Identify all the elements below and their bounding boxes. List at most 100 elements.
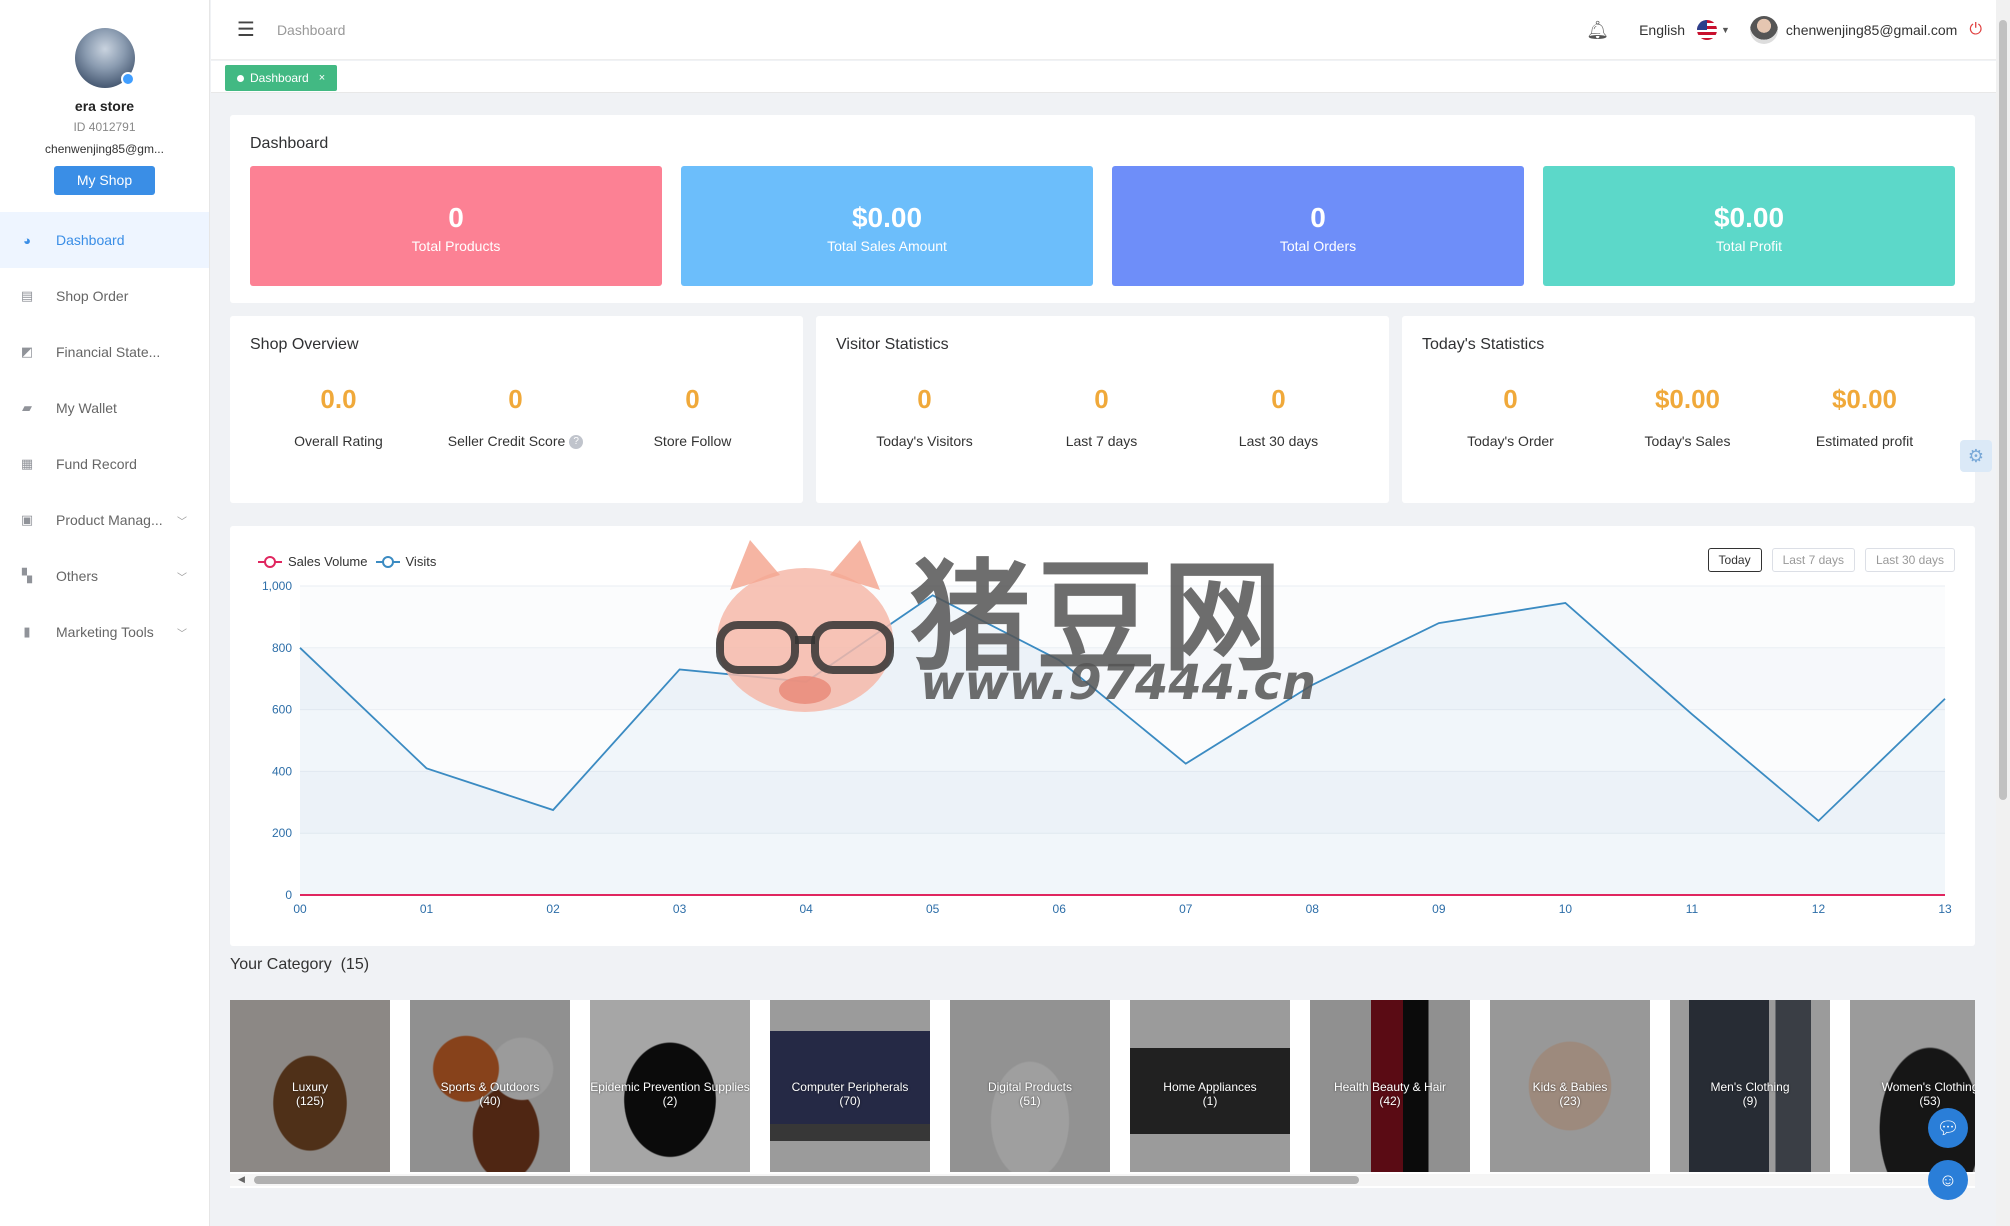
y-tick-label: 1,000 <box>262 579 292 593</box>
stat-label: Estimated profit <box>1815 433 1914 449</box>
stat-label: Store Follow <box>653 433 732 449</box>
sidebar: era store ID 4012791 chenwenjing85@gm...… <box>0 0 210 1226</box>
chat-bubble-icon[interactable]: 💬︎ <box>1928 1108 1968 1148</box>
x-tick-label: 04 <box>799 902 813 916</box>
category-item-count: (53) <box>1919 1094 1941 1108</box>
stat-label: Today's Visitors <box>876 433 973 449</box>
stat-todays-visitors: 0 Today's Visitors <box>836 384 1013 449</box>
verified-badge-icon <box>120 72 135 86</box>
caret-down-icon[interactable]: ▼ <box>1721 25 1730 35</box>
visitor-statistics-card: Visitor Statistics 0 Today's Visitors 0 … <box>816 316 1389 503</box>
chevron-down-icon: ﹀ <box>177 572 187 584</box>
x-tick-label: 11 <box>1686 902 1699 916</box>
stat-label: Today's Order <box>1467 433 1554 449</box>
category-item-count: (51) <box>1019 1094 1041 1108</box>
category-tile-kids-babies[interactable]: Kids & Babies (23) <box>1490 1000 1650 1172</box>
stat-todays-order: 0 Today's Order <box>1422 384 1599 449</box>
document-icon: ▦ <box>20 456 34 471</box>
user-email[interactable]: chenwenjing85@gmail.com <box>1786 22 1957 38</box>
scrollbar-thumb[interactable] <box>254 1176 1359 1184</box>
sidebar-item-fund-record[interactable]: ▦ Fund Record <box>0 436 209 492</box>
chevron-down-icon: ﹀ <box>177 516 187 528</box>
stat-value: $0.00 <box>1654 384 1721 414</box>
vertical-scrollbar[interactable] <box>1996 0 2010 1226</box>
sidebar-item-financial-statement[interactable]: ◩ Financial State... <box>0 324 209 380</box>
store-email: chenwenjing85@gm... <box>45 142 164 156</box>
category-tile-health-beauty[interactable]: Health Beauty & Hair (42) <box>1310 1000 1470 1172</box>
kpi-label: Total Profit <box>1715 238 1783 254</box>
kpi-value: $0.00 <box>1713 202 1785 233</box>
kpi-value: $0.00 <box>851 202 923 233</box>
category-tile-home-appliances[interactable]: Home Appliances (1) <box>1130 1000 1290 1172</box>
sidebar-item-label: Others <box>56 568 99 584</box>
sidebar-item-shop-order[interactable]: ▤ Shop Order <box>0 268 209 324</box>
category-name: Health Beauty & Hair <box>1333 1080 1447 1094</box>
category-label: Kids & Babies (23) <box>1490 1080 1650 1108</box>
avatar[interactable] <box>74 28 135 88</box>
card-title: Dashboard <box>250 135 329 152</box>
x-tick-label: 08 <box>1306 902 1320 916</box>
chart-card: Sales Volume Visits Today Last 7 days La… <box>230 526 1975 946</box>
sidebar-item-others[interactable]: ▚ Others ﹀ <box>0 548 209 604</box>
sidebar-item-marketing-tools[interactable]: ▮ Marketing Tools ﹀ <box>0 604 209 660</box>
x-tick-label: 13 <box>1938 902 1952 916</box>
category-tile-mens-clothing[interactable]: Men's Clothing (9) <box>1670 1000 1830 1172</box>
sidebar-item-my-wallet[interactable]: ▰ My Wallet <box>0 380 209 436</box>
settings-gear-icon[interactable]: ⚙ <box>1960 440 1992 472</box>
bell-icon[interactable]: 🔔︎ <box>1586 20 1609 41</box>
x-tick-label: 09 <box>1432 902 1446 916</box>
stat-value: 0 <box>917 384 932 414</box>
category-tile-computer-peripherals[interactable]: Computer Peripherals (70) <box>770 1000 930 1172</box>
category-item-count: (2) <box>662 1094 678 1108</box>
header-right: 🔔︎ English ▼ chenwenjing85@gmail.com ⏻ <box>1586 0 1982 60</box>
tab-dashboard[interactable]: Dashboard × <box>225 65 338 91</box>
language-label[interactable]: English <box>1639 22 1685 38</box>
sidebar-item-label: Fund Record <box>56 456 137 472</box>
category-tile-digital-products[interactable]: Digital Products (51) <box>950 1000 1110 1172</box>
user-avatar[interactable] <box>1749 16 1778 44</box>
sidebar-item-label: My Wallet <box>56 400 117 416</box>
my-shop-button[interactable]: My Shop <box>54 166 155 195</box>
x-tick-label: 05 <box>926 902 940 916</box>
category-label: Home Appliances (1) <box>1130 1080 1290 1108</box>
y-tick-label: 200 <box>272 826 292 840</box>
sidebar-item-dashboard[interactable]: ◕ Dashboard <box>0 212 209 268</box>
stat-todays-sales: $0.00 Today's Sales <box>1599 384 1776 449</box>
close-icon[interactable]: × <box>319 72 325 84</box>
category-item-count: (9) <box>1742 1094 1758 1108</box>
x-tick-label: 12 <box>1812 902 1826 916</box>
category-tile-sports-outdoors[interactable]: Sports & Outdoors (40) <box>410 1000 570 1172</box>
stat-seller-credit-score: 0 Seller Credit Score ? <box>427 384 604 450</box>
scrollbar-thumb[interactable] <box>1999 20 2007 800</box>
category-tile-luxury[interactable]: Luxury (125) <box>230 1000 390 1172</box>
power-icon[interactable]: ⏻ <box>1969 21 1982 39</box>
x-tick-label: 02 <box>546 902 560 916</box>
x-tick-label: 01 <box>420 902 434 916</box>
category-label: Computer Peripherals (70) <box>770 1080 930 1108</box>
scroll-left-icon[interactable]: ◀ <box>238 1174 245 1185</box>
top-header: ☰ Dashboard 🔔︎ English ▼ chenwenjing85@g… <box>211 0 1996 60</box>
category-label: Luxury (125) <box>230 1080 390 1108</box>
stat-value: 0 <box>1094 384 1109 414</box>
y-tick-label: 600 <box>272 703 292 717</box>
horizontal-scrollbar[interactable]: ◀ <box>230 1174 1975 1186</box>
kpi-value: 0 <box>448 202 464 233</box>
category-tile-epidemic-prevention[interactable]: Epidemic Prevention Supplies (2) <box>590 1000 750 1172</box>
category-name: Home Appliances <box>1163 1080 1257 1094</box>
menu-toggle-icon[interactable]: ☰ <box>237 17 255 42</box>
dashboard-card: Dashboard 0 Total Products $0.00 Total S… <box>230 115 1975 303</box>
category-item-count: (1) <box>1202 1094 1218 1108</box>
stat-value: 0 <box>1503 384 1518 414</box>
y-tick-label: 0 <box>285 888 292 902</box>
sidebar-item-product-management[interactable]: ▣ Product Manag... ﹀ <box>0 492 209 548</box>
chevron-down-icon: ﹀ <box>177 628 187 640</box>
category-label: Men's Clothing (9) <box>1670 1080 1830 1108</box>
category-item-count: (70) <box>839 1094 861 1108</box>
help-icon[interactable]: ? <box>569 435 584 450</box>
us-flag-icon[interactable] <box>1697 20 1717 40</box>
stat-estimated-profit: $0.00 Estimated profit <box>1776 384 1953 449</box>
shop-overview-card: Shop Overview 0.0 Overall Rating 0 Selle… <box>230 316 803 503</box>
kpi-label: Total Orders <box>1279 238 1357 254</box>
grid-icon: ▚ <box>22 568 32 583</box>
customer-service-icon[interactable]: ☺ <box>1928 1160 1968 1200</box>
